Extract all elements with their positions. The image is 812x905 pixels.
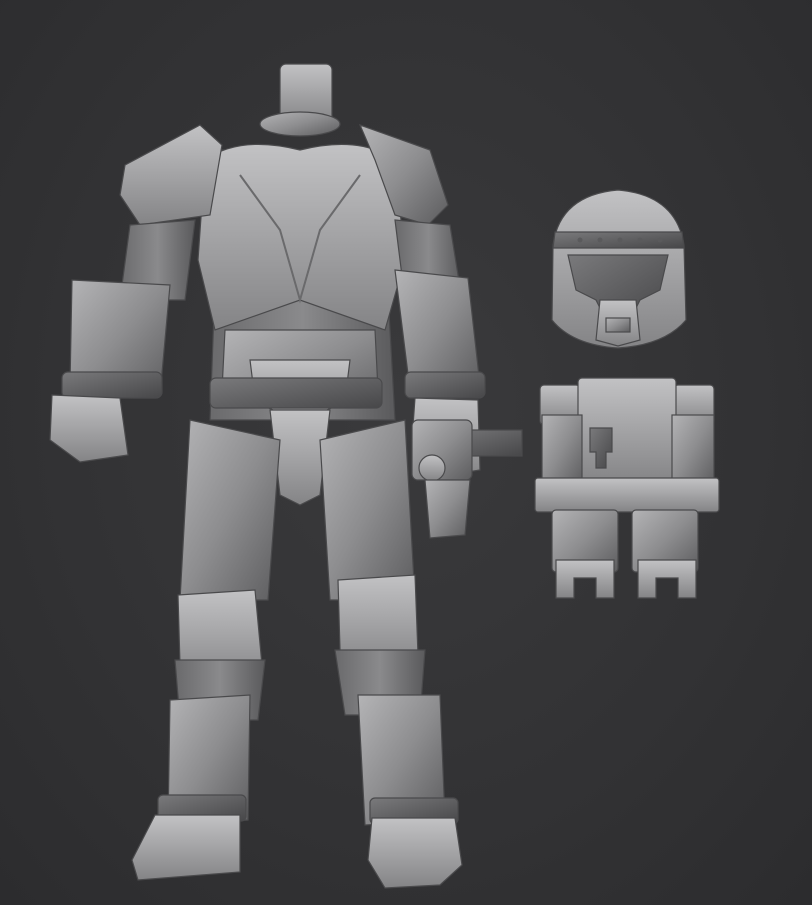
backpack-left-foot	[555, 559, 615, 599]
backpack-side-left	[541, 414, 583, 486]
left-wrist-cuff	[61, 371, 163, 399]
sculpt-viewport[interactable]	[0, 0, 812, 905]
neck-ring	[259, 111, 341, 137]
helmet-mouth-vent	[605, 317, 631, 333]
right-thigh	[319, 419, 416, 601]
left-thigh	[179, 419, 281, 601]
backpack-strap-band	[534, 477, 720, 513]
left-boot	[131, 814, 241, 881]
right-boot	[367, 817, 463, 889]
backpack-side-right	[671, 414, 715, 486]
belt	[209, 377, 383, 409]
left-pauldron	[119, 124, 223, 226]
left-fist	[49, 394, 129, 463]
right-wrist-cuff	[404, 371, 486, 399]
backpack-right-foot	[637, 559, 697, 599]
armored-body-model[interactable]	[49, 63, 523, 889]
backpack-model[interactable]	[534, 377, 720, 599]
helmet-model[interactable]	[551, 189, 687, 349]
render-scene	[49, 63, 720, 889]
blaster	[411, 419, 523, 539]
